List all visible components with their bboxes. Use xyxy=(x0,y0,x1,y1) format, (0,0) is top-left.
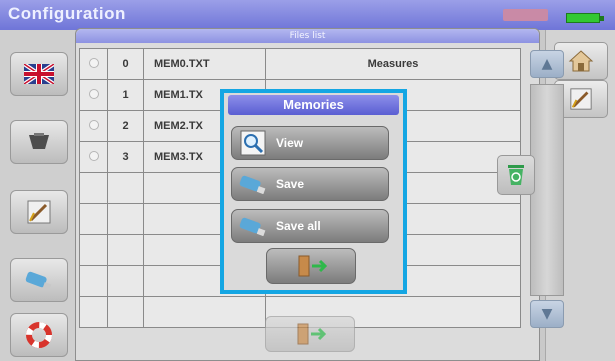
row-index xyxy=(107,203,144,235)
calibration-icon xyxy=(570,88,592,110)
connector-icon xyxy=(29,133,49,149)
home-icon xyxy=(568,50,594,72)
row-description: Measures xyxy=(265,48,521,80)
save-button[interactable]: Save xyxy=(231,167,389,201)
language-button[interactable] xyxy=(10,52,68,96)
row-index xyxy=(107,172,144,204)
row-filename xyxy=(143,296,266,328)
row-radio-cell[interactable] xyxy=(79,79,108,111)
row-radio-cell[interactable] xyxy=(79,141,108,173)
connector-button[interactable] xyxy=(10,120,68,164)
row-select-radio[interactable] xyxy=(88,88,99,99)
save-all-button[interactable]: Save all xyxy=(231,209,389,243)
uk-flag-icon xyxy=(24,64,54,84)
status-badge xyxy=(503,9,548,21)
scroll-down-icon[interactable]: ▼ xyxy=(530,300,564,328)
scroll-up-icon[interactable]: ▲ xyxy=(530,50,564,78)
exit-door-icon xyxy=(298,255,328,277)
row-index: 3 xyxy=(107,141,144,173)
battery-icon xyxy=(566,13,604,23)
usb-drive-icon xyxy=(238,171,268,197)
view-button[interactable]: View xyxy=(231,126,389,160)
files-list-title: Files list xyxy=(76,29,539,43)
calibration-icon xyxy=(27,200,51,224)
memories-dialog: Memories View Save Save all xyxy=(220,89,407,294)
row-radio-cell[interactable] xyxy=(79,110,108,142)
files-exit-button[interactable] xyxy=(265,316,355,352)
usb-drive-icon xyxy=(238,213,268,239)
exit-door-icon xyxy=(297,323,327,345)
row-radio-cell xyxy=(79,234,108,266)
row-index: 1 xyxy=(107,79,144,111)
usb-button[interactable] xyxy=(10,258,68,302)
usb-drive-icon xyxy=(25,271,52,290)
row-select-radio[interactable] xyxy=(88,119,99,130)
row-index: 0 xyxy=(107,48,144,80)
memories-exit-button[interactable] xyxy=(266,248,356,284)
row-index xyxy=(107,234,144,266)
save-all-label: Save all xyxy=(276,219,321,233)
left-sidebar xyxy=(0,30,75,361)
calibration-button[interactable] xyxy=(10,190,68,234)
save-label: Save xyxy=(276,177,305,191)
row-radio-cell xyxy=(79,296,108,328)
row-radio-cell xyxy=(79,203,108,235)
magnifier-icon xyxy=(238,130,268,156)
help-button[interactable] xyxy=(10,313,68,357)
table-row[interactable]: 0 MEM0.TXT Measures xyxy=(79,48,521,80)
scroll-track[interactable] xyxy=(530,84,564,296)
delete-button[interactable] xyxy=(497,155,535,195)
top-bar: Configuration xyxy=(0,0,615,30)
view-label: View xyxy=(276,136,304,150)
row-index xyxy=(107,265,144,297)
row-radio-cell[interactable] xyxy=(79,48,108,80)
row-index: 2 xyxy=(107,110,144,142)
row-filename: MEM0.TXT xyxy=(143,48,266,80)
trash-icon xyxy=(508,165,524,185)
window-title: Configuration xyxy=(8,4,126,23)
row-select-radio[interactable] xyxy=(88,150,99,161)
lifebuoy-icon xyxy=(26,322,52,348)
row-radio-cell xyxy=(79,265,108,297)
row-select-radio[interactable] xyxy=(88,57,99,68)
row-index xyxy=(107,296,144,328)
memories-title: Memories xyxy=(228,95,399,115)
row-radio-cell xyxy=(79,172,108,204)
